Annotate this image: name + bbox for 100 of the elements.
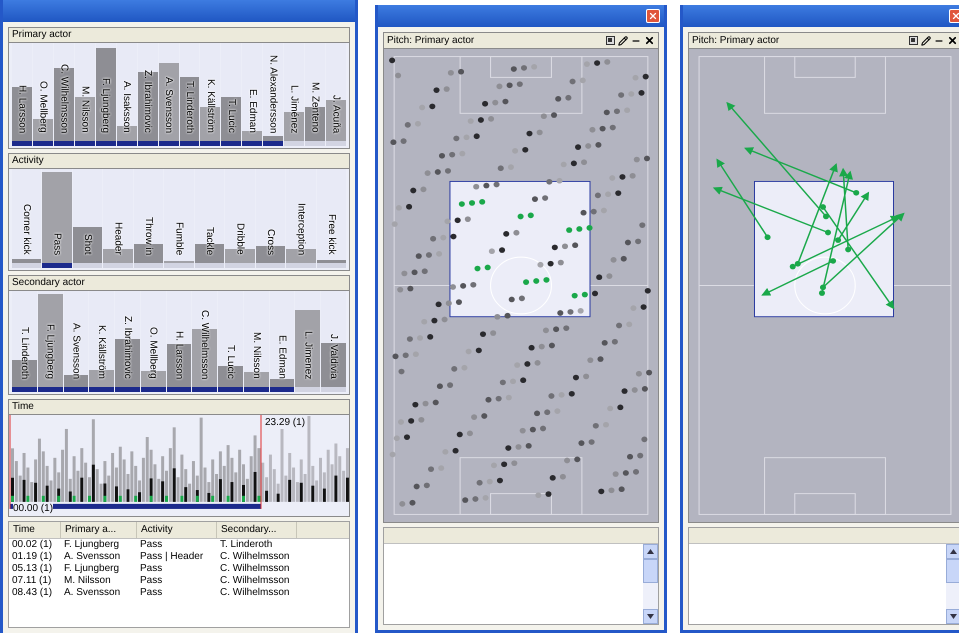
bar-label: Header xyxy=(112,222,124,255)
table-cell-text: M. Nilsson xyxy=(63,575,112,587)
bar-label: A. Isaksson xyxy=(121,81,132,133)
bar-label: Cross xyxy=(264,228,276,255)
bar-label: Pass xyxy=(52,232,63,255)
range-end-marker[interactable] xyxy=(260,415,262,509)
scrollbar[interactable] xyxy=(946,544,959,624)
panel-title: Time xyxy=(9,400,349,415)
bar-label: M. Nilsson xyxy=(79,86,90,133)
bar-label: C. Wilhelmsson xyxy=(58,64,70,133)
close-icon[interactable] xyxy=(644,35,655,46)
layers-icon[interactable] xyxy=(909,36,918,45)
table-cell-text: Pass | Header xyxy=(139,551,204,563)
histogram-bar[interactable] xyxy=(72,227,102,263)
bar-label: Fumble xyxy=(173,222,184,255)
pitch-drawing[interactable] xyxy=(384,49,658,522)
bar-label: C. Wilhelmsson xyxy=(199,310,210,379)
column-header[interactable]: Primary a... xyxy=(61,522,137,538)
column-header[interactable]: Time xyxy=(9,522,61,538)
histogram-bar[interactable] xyxy=(74,96,95,141)
bar-label: H. Larsson xyxy=(16,84,28,133)
column-header[interactable]: Activity xyxy=(137,522,217,538)
pencil-icon[interactable] xyxy=(618,36,628,46)
bar-label: O. Mellberg xyxy=(148,327,159,379)
histogram-bar[interactable] xyxy=(180,77,200,141)
scroll-up-button[interactable] xyxy=(946,544,959,559)
bar-label: N. Alexandersson xyxy=(268,54,279,133)
scroll-up-button[interactable] xyxy=(643,544,658,559)
table-cell-text: 05.13 (1) xyxy=(11,563,54,575)
table-cell-text: 00.02 (1) xyxy=(11,539,54,551)
histogram-bar[interactable] xyxy=(166,344,192,387)
panel-title: Primary actor xyxy=(9,28,349,43)
close-icon xyxy=(648,11,658,21)
bar-label: F. Ljungberg xyxy=(44,324,56,379)
bar-label: Tackle xyxy=(204,226,215,255)
bar-label: H. Larsson xyxy=(173,330,184,379)
view-title: Pitch: Primary actor xyxy=(387,34,476,46)
range-start-label: 00.00 (1) xyxy=(13,503,54,515)
bar-label: Interception xyxy=(295,202,306,255)
table-cell-text: 08.43 (1) xyxy=(11,587,54,599)
bar-label: A. Svensson xyxy=(163,76,174,133)
range-end-label: 23.29 (1) xyxy=(265,417,306,429)
down-caret-icon xyxy=(647,614,654,619)
scroll-thumb[interactable] xyxy=(946,559,959,583)
table-cell-text: C. Wilhelmsson xyxy=(219,551,290,563)
bar-label: O. Mellberg xyxy=(37,81,48,133)
scrollbar[interactable] xyxy=(643,544,658,624)
scroll-down-button[interactable] xyxy=(946,609,959,624)
bar-label: T. Linderoth xyxy=(18,326,30,379)
table-cell-text: C. Wilhelmsson xyxy=(219,587,290,599)
table-cell-text: Pass xyxy=(139,575,164,587)
table-cell-text: 07.11 (1) xyxy=(11,575,52,587)
bar-label: J. Acuña xyxy=(330,94,342,133)
histogram-bar[interactable] xyxy=(138,72,158,141)
close-button[interactable] xyxy=(949,9,959,23)
bar-label: Free kick xyxy=(326,214,337,255)
close-button[interactable] xyxy=(646,9,660,23)
table-cell-text: T. Linderoth xyxy=(219,539,274,551)
bar-label: Throw in xyxy=(143,216,154,255)
table-cell-text: A. Svensson xyxy=(63,587,122,599)
bar-label: K. Källström xyxy=(204,79,216,133)
close-icon xyxy=(951,11,959,21)
timeline-bars[interactable] xyxy=(11,416,349,502)
bar-label: Z. Ibrahimovic xyxy=(122,316,133,379)
bar-label: T. Linderoth xyxy=(184,80,195,133)
histogram-bar[interactable] xyxy=(12,87,32,141)
histogram-bar[interactable] xyxy=(134,244,164,263)
panel-title: Activity xyxy=(9,154,349,169)
bar-label: J. Valdivia xyxy=(328,334,340,379)
bar-label: M. Nilsson xyxy=(250,332,262,379)
pencil-icon[interactable] xyxy=(921,36,931,46)
bar-label: A. Svensson xyxy=(70,322,82,379)
histogram-bar[interactable] xyxy=(321,342,346,387)
histogram-bar[interactable] xyxy=(221,96,242,141)
bar-label: Z. Ibrahimovic xyxy=(142,70,154,133)
bar-label: L. Jiménez xyxy=(288,84,300,133)
scroll-thumb[interactable] xyxy=(643,559,658,583)
table-cell-text: A. Svensson xyxy=(63,551,122,563)
layers-icon[interactable] xyxy=(606,36,615,45)
table-cell-text: Pass xyxy=(139,563,164,575)
panel-title: Secondary actor xyxy=(9,276,349,291)
table-cell-text: F. Ljungberg xyxy=(63,539,120,551)
table-cell-text: C. Wilhelmsson xyxy=(219,563,290,575)
histogram-bar[interactable] xyxy=(295,310,320,387)
column-header[interactable]: Secondary... xyxy=(217,522,297,538)
close-icon[interactable] xyxy=(947,35,958,46)
table-cell-text: 01.19 (1) xyxy=(11,551,54,563)
bar-label: T. Lucic xyxy=(226,99,237,133)
bar-label: E. Edman xyxy=(276,335,288,379)
table-cell-text: F. Ljungberg xyxy=(63,563,120,575)
bar-label: F. Ljungberg xyxy=(100,78,112,133)
histogram-bar[interactable] xyxy=(158,62,178,141)
bar-label: Corner kick xyxy=(21,204,32,255)
bar-label: E. Edman xyxy=(246,89,258,133)
down-caret-icon xyxy=(950,614,957,619)
bar-label: L. Jimenez xyxy=(302,330,314,379)
scroll-down-button[interactable] xyxy=(643,609,658,624)
bar-label: Shot xyxy=(82,234,94,255)
table-cell-text: Pass xyxy=(139,539,164,551)
table-cell-text: C. Wilhelmsson xyxy=(219,575,290,587)
